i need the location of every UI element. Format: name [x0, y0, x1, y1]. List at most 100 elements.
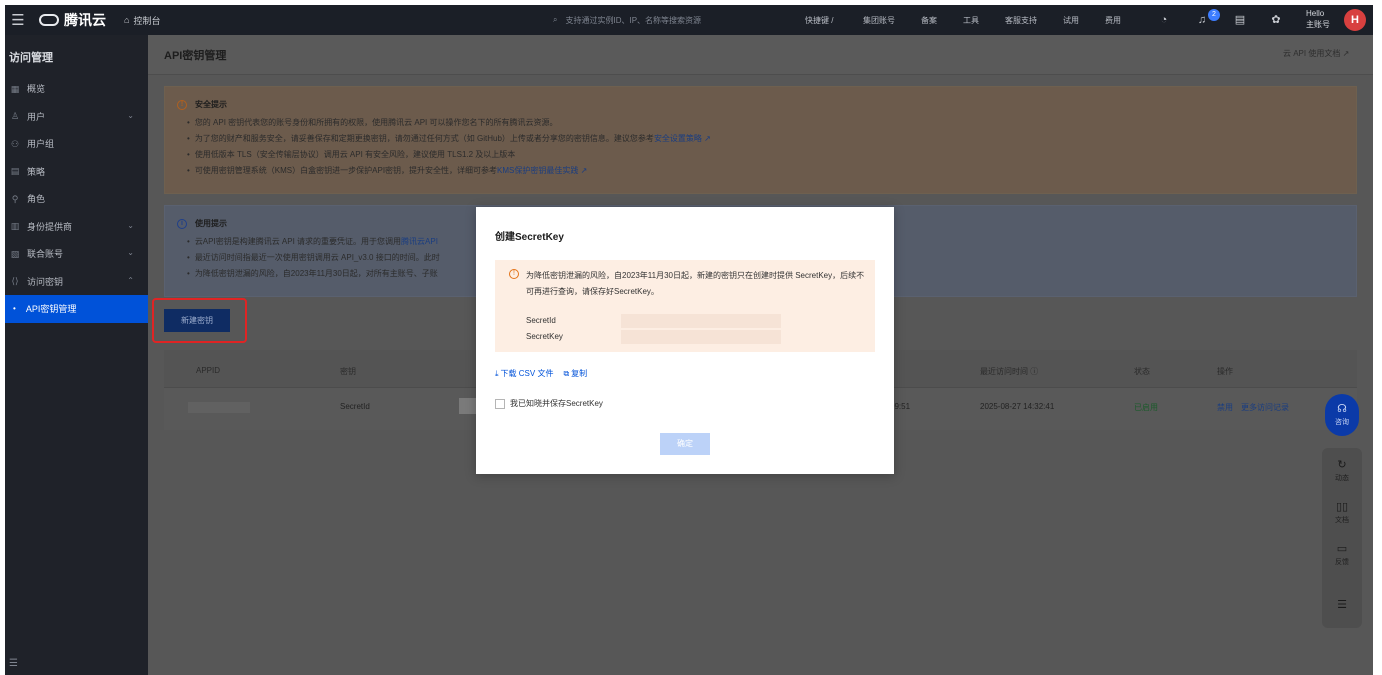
copy-icon[interactable] — [459, 398, 477, 414]
confirm-button[interactable]: 确定 — [660, 433, 710, 455]
nav-shortcut[interactable]: 快捷键 / — [805, 15, 863, 26]
checkbox[interactable] — [495, 398, 505, 409]
chevron-up-icon: ⌃ — [127, 275, 134, 285]
float-tool-panel: ↻ 动态 ▯▯ 文档 ▭ 反馈 ☰ — [1322, 448, 1362, 628]
notification-badge: 2 — [1208, 9, 1220, 21]
masked-secret-id — [621, 314, 781, 328]
nav-tools[interactable]: 工具 — [963, 15, 1005, 26]
idp-icon: ▥ — [10, 221, 20, 232]
top-nav: 快捷键 / 集团账号 备案 工具 客服支持 试用 费用 — [805, 5, 1147, 35]
user-icon: ♙ — [10, 111, 20, 122]
sidebar-title: 访问管理 — [9, 52, 53, 64]
key-icon: ⟨⟩ — [11, 276, 19, 287]
usage-notice-line: 云API密钥是构建腾讯云 API 请求的重要凭证。用于您调用腾讯云API — [187, 234, 440, 250]
tencent-cloud-api-link[interactable]: 腾讯云API — [401, 237, 438, 246]
secret-key-label: SecretKey — [526, 332, 563, 341]
row-last-access: 2025-08-27 14:32:41 — [980, 402, 1055, 411]
hamburger-menu-icon[interactable]: ☰ — [5, 5, 31, 35]
float-item-feedback[interactable]: ▭ 反馈 — [1322, 542, 1362, 567]
info-icon: i — [177, 218, 187, 229]
dialog-title: 创建SecretKey — [495, 232, 564, 243]
console-link[interactable]: ⌂ 控制台 — [124, 14, 160, 27]
nav-trial[interactable]: 试用 — [1063, 15, 1105, 26]
gauge-icon[interactable]: ◔ — [1155, 11, 1173, 29]
app-window: ☰ 腾讯云 ⌂ 控制台 ⌕ 支持通过实例ID、IP、名称等搜索资源 快捷键 / … — [0, 0, 1382, 675]
security-notice-line: 您的 API 密钥代表您的账号身份和所拥有的权限，使用腾讯云 API 可以操作您… — [187, 115, 711, 131]
nav-group-account[interactable]: 集团账号 — [863, 15, 921, 26]
dialog-warning-text: 为降低密钥泄漏的风险，自2023年11月30日起，新建的密钥只在创建时提供 Se… — [526, 271, 865, 296]
global-search-input[interactable]: ⌕ 支持通过实例ID、IP、名称等搜索资源 — [553, 11, 793, 29]
copy-label: 复制 — [571, 369, 588, 378]
nav-billing[interactable]: 费用 — [1105, 15, 1147, 26]
kms-best-practice-link[interactable]: KMS保护密钥最佳实践 — [497, 166, 578, 175]
column-header-last-access: 最近访问时间 ⓘ — [980, 366, 1038, 377]
list-icon: ☰ — [1337, 599, 1347, 611]
sidebar-item-policy[interactable]: ▤ 策略 — [5, 158, 148, 186]
consult-button[interactable]: ☊ 咨询 — [1325, 394, 1359, 436]
sidebar-item-federated-account[interactable]: ▧ 联合账号 ⌄ — [5, 240, 148, 268]
sidebar-item-identity-provider[interactable]: ▥ 身份提供商 ⌄ — [5, 213, 148, 241]
cloud-logo-icon — [39, 14, 59, 26]
sidebar: 访问管理 ▦ 概览 ♙ 用户 ⌄ ⚇ 用户组 ▤ 策略 ⚲ 角色 ▥ 身份提供商… — [5, 35, 148, 675]
headset-icon: ☊ — [1337, 403, 1347, 415]
page-header — [148, 35, 1373, 75]
security-notice-line: 为了您的财产和服务安全，请妥善保存和定期更换密钥，请勿通过任何方式（如 GitH… — [187, 131, 711, 147]
float-item-list[interactable]: ☰ — [1322, 598, 1362, 613]
sidebar-item-overview[interactable]: ▦ 概览 — [5, 75, 148, 103]
float-item-docs[interactable]: ▯▯ 文档 — [1322, 500, 1362, 525]
more-access-records-link[interactable]: 更多访问记录 — [1241, 402, 1289, 413]
usage-notice-line: 为降低密钥泄漏的风险，自2023年11月30日起，对所有主账号、子账 — [187, 266, 440, 282]
dialog-actions: ⤓ 下载 CSV 文件 ⧉ 复制 — [495, 368, 587, 379]
masked-secret-key — [621, 330, 781, 344]
download-csv-label: 下载 CSV 文件 — [500, 369, 554, 378]
sidebar-item-role[interactable]: ⚲ 角色 — [5, 185, 148, 213]
page-title: API密钥管理 — [164, 50, 227, 62]
api-doc-link[interactable]: 云 API 使用文档 ↗ — [1283, 48, 1349, 59]
warning-icon: ! — [509, 269, 519, 279]
consult-label: 咨询 — [1335, 419, 1349, 426]
group-icon: ⚇ — [10, 138, 20, 149]
acknowledge-checkbox[interactable]: 我已知晓并保存SecretKey — [495, 398, 603, 409]
notice-text: 最近访问时间指最近一次使用密钥调用云 API_v3.0 接口的时间。此时 — [194, 253, 440, 262]
avatar[interactable]: H — [1344, 9, 1366, 31]
download-icon: ⤓ — [495, 368, 499, 378]
sidebar-item-label: API密钥管理 — [25, 304, 77, 315]
notice-text: 为降低密钥泄漏的风险，自2023年11月30日起，对所有主账号、子账 — [194, 269, 438, 278]
security-notice-line: 可使用密钥管理系统（KMS）白盒密钥进一步保护API密钥，提升安全性，详细可参考… — [187, 163, 711, 179]
sidebar-item-access-key[interactable]: ⟨⟩ 访问密钥 ⌃ — [5, 268, 148, 296]
feedback-icon: ▭ — [1336, 543, 1348, 555]
nav-support[interactable]: 客服支持 — [1005, 15, 1063, 26]
notice-text: 为了您的财产和服务安全，请妥善保存和定期更换密钥，请勿通过任何方式（如 GitH… — [194, 134, 654, 143]
nav-filing[interactable]: 备案 — [921, 15, 963, 26]
mail-icon[interactable]: ▤ — [1231, 11, 1249, 29]
download-csv-button[interactable]: ⤓ 下载 CSV 文件 — [495, 368, 553, 379]
security-notice-line: 使用低版本 TLS（安全传输层协议）调用云 API 有安全风险，建议使用 TLS… — [187, 147, 711, 163]
sidebar-item-api-key-management[interactable]: • API密钥管理 — [5, 295, 148, 323]
create-secretkey-dialog: 创建SecretKey ! 为降低密钥泄漏的风险，自2023年11月30日起，新… — [476, 207, 894, 474]
copy-icon: ⧉ — [563, 368, 570, 378]
policy-icon: ▤ — [10, 166, 20, 177]
security-notice: ! 安全提示 您的 API 密钥代表您的账号身份和所拥有的权限，使用腾讯云 AP… — [164, 86, 1357, 194]
sidebar-item-label: 用户组 — [27, 139, 55, 150]
copy-button[interactable]: ⧉ 复制 — [563, 368, 587, 379]
doc-link-label: 云 API 使用文档 — [1283, 49, 1341, 58]
disable-link[interactable]: 禁用 — [1217, 402, 1233, 413]
user-info[interactable]: Hello 主账号 — [1306, 8, 1330, 30]
checkbox-label: 我已知晓并保存SecretKey — [510, 399, 603, 408]
overview-icon: ▦ — [10, 83, 20, 94]
security-policy-link[interactable]: 安全设置策略 — [654, 134, 702, 143]
sidebar-item-user-group[interactable]: ⚇ 用户组 — [5, 130, 148, 158]
chevron-down-icon: ⌄ — [127, 110, 134, 120]
gift-icon[interactable]: ✿ — [1267, 11, 1285, 29]
brand-logo[interactable]: 腾讯云 — [39, 10, 106, 30]
column-header-actions: 操作 — [1217, 367, 1233, 376]
float-item-label: 文档 — [1335, 517, 1349, 524]
column-header-appid: APPID — [196, 366, 221, 375]
notice-text: 使用低版本 TLS（安全传输层协议）调用云 API 有安全风险，建议使用 TLS… — [194, 150, 516, 159]
sidebar-item-user[interactable]: ♙ 用户 ⌄ — [5, 103, 148, 131]
help-icon: ⓘ — [1030, 367, 1039, 376]
user-greeting: Hello — [1306, 9, 1325, 18]
collapse-sidebar-icon[interactable]: ☰ — [9, 658, 18, 669]
external-link-icon: ↗ — [580, 166, 588, 175]
float-item-dynamic[interactable]: ↻ 动态 — [1322, 458, 1362, 483]
